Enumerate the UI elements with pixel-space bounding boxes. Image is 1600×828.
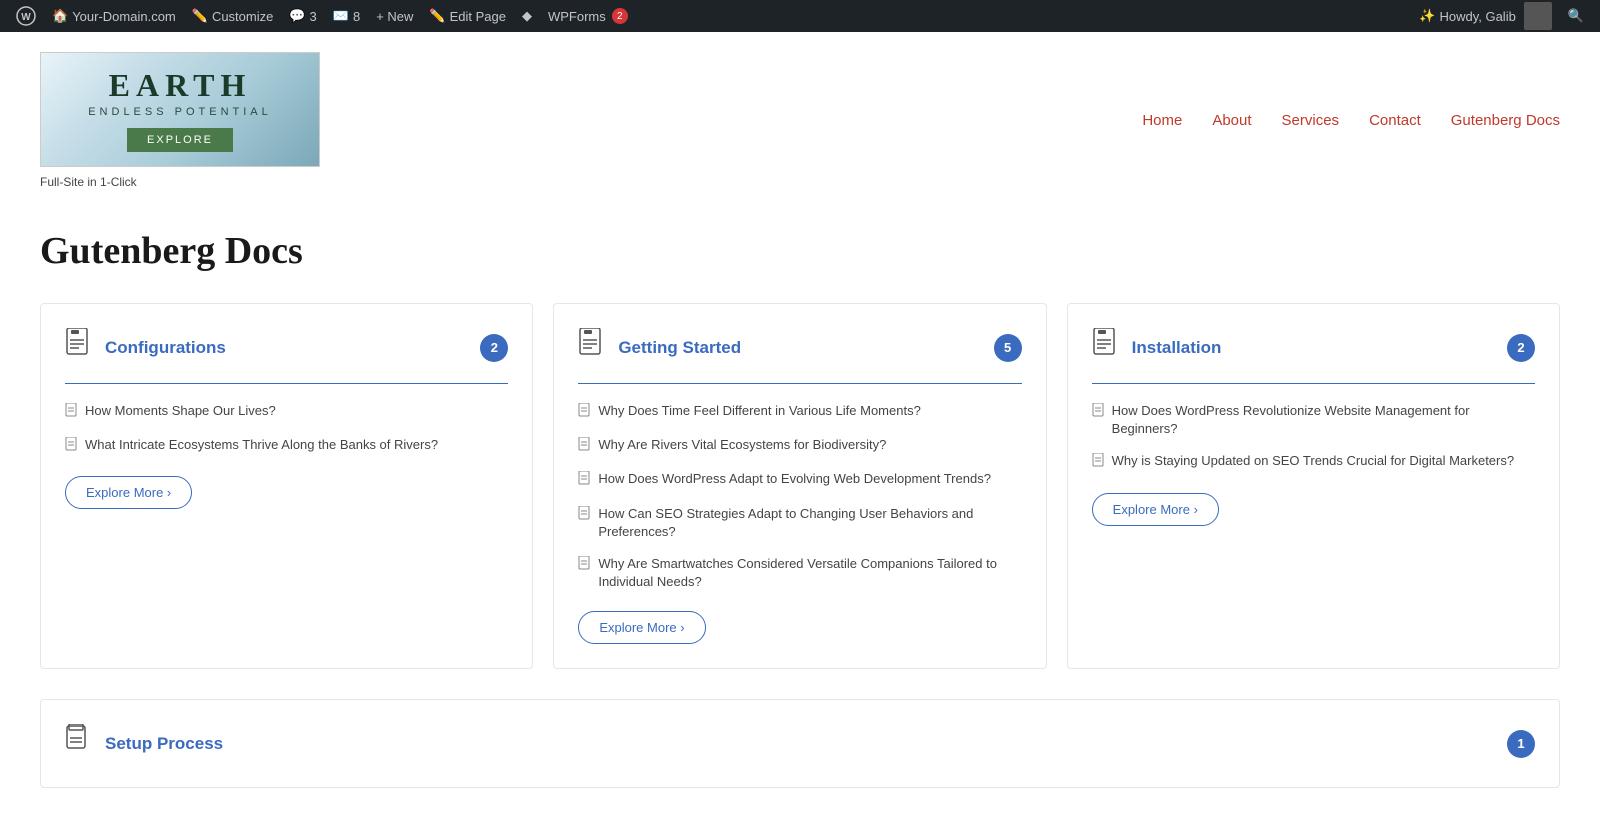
- wpforms-badge: 2: [612, 8, 628, 24]
- site-container: EARTH ENDLESS POTENTIAL EXPLORE Full-Sit…: [0, 32, 1600, 828]
- getting-started-divider: [578, 383, 1021, 384]
- configurations-title-area: Configurations: [65, 328, 226, 367]
- installation-card: Installation 2 How Does WordPress Revolu…: [1067, 303, 1560, 669]
- list-item: What Intricate Ecosystems Thrive Along t…: [65, 436, 508, 456]
- configurations-explore-button[interactable]: Explore More ›: [65, 476, 192, 509]
- nav-services[interactable]: Services: [1282, 112, 1340, 129]
- new-button[interactable]: + New: [368, 0, 421, 32]
- list-item: Why Are Smartwatches Considered Versatil…: [578, 555, 1021, 591]
- getting-started-icon: [578, 328, 606, 367]
- getting-started-title[interactable]: Getting Started: [618, 338, 741, 358]
- customize-link[interactable]: ✏️ Customize: [184, 0, 282, 32]
- installation-title[interactable]: Installation: [1132, 338, 1222, 358]
- installation-icon: [1092, 328, 1120, 367]
- list-item-icon: [1092, 453, 1104, 472]
- setup-process-card: Setup Process 1: [40, 699, 1560, 788]
- nav-contact[interactable]: Contact: [1369, 112, 1421, 129]
- comments-icon: 💬: [289, 8, 305, 24]
- search-button[interactable]: 🔍: [1560, 0, 1592, 32]
- installation-count: 2: [1507, 334, 1535, 362]
- logo-title: EARTH: [109, 67, 252, 104]
- nav-home[interactable]: Home: [1142, 112, 1182, 129]
- sparkle-icon: ✨: [1419, 8, 1435, 24]
- getting-started-list: Why Does Time Feel Different in Various …: [578, 402, 1021, 591]
- installation-title-area: Installation: [1092, 328, 1222, 367]
- docs-grid: Configurations 2 How Moments Shape Our L…: [40, 303, 1560, 669]
- getting-started-card-header: Getting Started 5: [578, 328, 1021, 367]
- list-item: Why Are Rivers Vital Ecosystems for Biod…: [578, 436, 1021, 456]
- search-icon: 🔍: [1568, 8, 1584, 24]
- wordpress-logo[interactable]: W: [8, 0, 44, 32]
- configurations-title[interactable]: Configurations: [105, 338, 226, 358]
- nav-gutenberg-docs[interactable]: Gutenberg Docs: [1451, 112, 1560, 129]
- wpforms-link[interactable]: WPForms 2: [540, 0, 636, 32]
- list-item: How Does WordPress Adapt to Evolving Web…: [578, 470, 1021, 490]
- getting-started-title-area: Getting Started: [578, 328, 741, 367]
- howdy-menu[interactable]: ✨ Howdy, Galib: [1411, 0, 1560, 32]
- edit-page-button[interactable]: ✏️ Edit Page: [421, 0, 514, 32]
- avatar: [1524, 2, 1552, 30]
- site-nav: Home About Services Contact Gutenberg Do…: [1142, 112, 1560, 129]
- configurations-card: Configurations 2 How Moments Shape Our L…: [40, 303, 533, 669]
- logo-box: EARTH ENDLESS POTENTIAL EXPLORE: [40, 52, 320, 167]
- site-name[interactable]: 🏠 Your-Domain.com: [44, 0, 184, 32]
- list-item-icon: [65, 437, 77, 456]
- setup-process-count: 1: [1507, 730, 1535, 758]
- site-header: EARTH ENDLESS POTENTIAL EXPLORE Full-Sit…: [0, 32, 1600, 209]
- list-item: Why is Staying Updated on SEO Trends Cru…: [1092, 452, 1535, 472]
- configurations-count: 2: [480, 334, 508, 362]
- list-item: How Does WordPress Revolutionize Website…: [1092, 402, 1535, 438]
- diamond-icon-item[interactable]: ◆: [514, 0, 540, 32]
- svg-text:W: W: [21, 12, 31, 23]
- admin-bar: W 🏠 Your-Domain.com ✏️ Customize 💬 3 ✉️ …: [0, 0, 1600, 32]
- configurations-card-header: Configurations 2: [65, 328, 508, 367]
- configurations-divider: [65, 383, 508, 384]
- logo-explore-button[interactable]: EXPLORE: [127, 128, 233, 152]
- page-wrap: EARTH ENDLESS POTENTIAL EXPLORE Full-Sit…: [0, 32, 1600, 828]
- list-item-icon: [578, 556, 590, 575]
- page-title: Gutenberg Docs: [40, 229, 1560, 273]
- getting-started-explore-button[interactable]: Explore More ›: [578, 611, 705, 644]
- comments-link[interactable]: 💬 3: [281, 0, 324, 32]
- setup-process-icon: [65, 724, 93, 763]
- logo-tagline: Full-Site in 1-Click: [40, 175, 137, 189]
- getting-started-count: 5: [994, 334, 1022, 362]
- configurations-list: How Moments Shape Our Lives? What Intric…: [65, 402, 508, 456]
- list-item-icon: [1092, 403, 1104, 422]
- page-content: Gutenberg Docs: [0, 209, 1600, 828]
- list-item-icon: [578, 506, 590, 525]
- setup-process-title-area: Setup Process: [65, 724, 223, 763]
- diamond-icon: ◆: [522, 8, 532, 24]
- list-item-icon: [65, 403, 77, 422]
- configurations-icon: [65, 328, 93, 367]
- list-item-icon: [578, 403, 590, 422]
- messages-icon: ✉️: [333, 8, 349, 24]
- edit-icon: ✏️: [429, 8, 445, 24]
- logo-sub: ENDLESS POTENTIAL: [88, 106, 272, 118]
- list-item-icon: [578, 437, 590, 456]
- list-item: Why Does Time Feel Different in Various …: [578, 402, 1021, 422]
- site-logo-area: EARTH ENDLESS POTENTIAL EXPLORE Full-Sit…: [40, 52, 320, 189]
- getting-started-card: Getting Started 5 Why Does Time Feel Dif…: [553, 303, 1046, 669]
- messages-link[interactable]: ✉️ 8: [325, 0, 368, 32]
- list-item: How Can SEO Strategies Adapt to Changing…: [578, 505, 1021, 541]
- installation-card-header: Installation 2: [1092, 328, 1535, 367]
- customize-icon: ✏️: [192, 8, 208, 24]
- setup-process-title[interactable]: Setup Process: [105, 734, 223, 754]
- nav-about[interactable]: About: [1212, 112, 1251, 129]
- list-item-icon: [578, 471, 590, 490]
- installation-list: How Does WordPress Revolutionize Website…: [1092, 402, 1535, 473]
- installation-explore-button[interactable]: Explore More ›: [1092, 493, 1219, 526]
- list-item: How Moments Shape Our Lives?: [65, 402, 508, 422]
- site-icon: 🏠: [52, 8, 68, 24]
- installation-divider: [1092, 383, 1535, 384]
